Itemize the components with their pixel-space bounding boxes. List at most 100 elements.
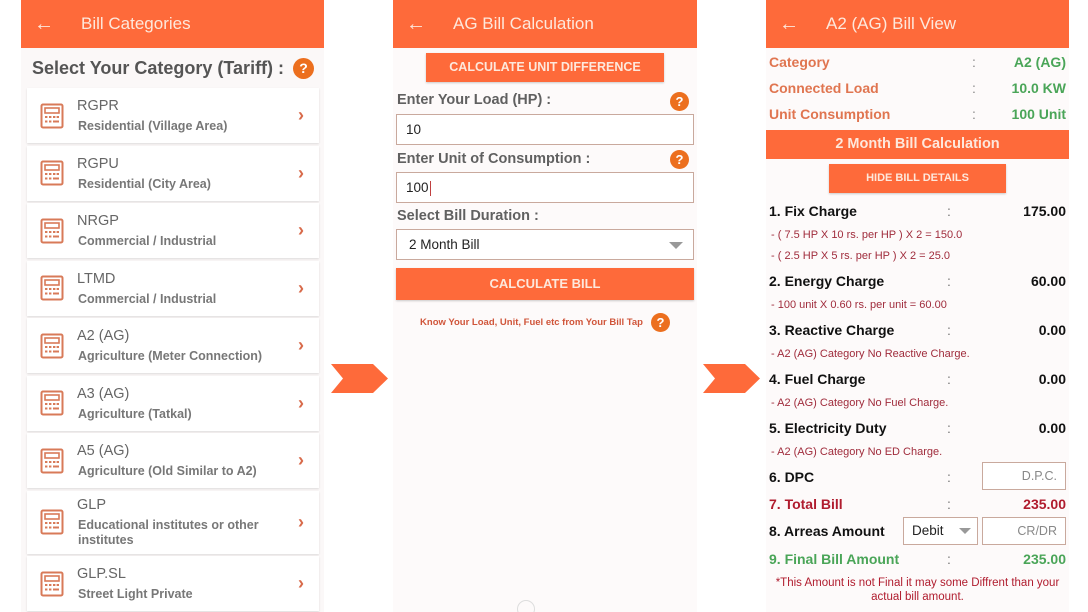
arrears-amount-input[interactable]: CR/DR <box>982 517 1066 545</box>
chevron-right-icon: › <box>298 573 304 593</box>
chevron-right-icon: › <box>298 162 304 183</box>
category-item[interactable]: GLP.SL Street Light Private › <box>27 556 319 611</box>
calculator-icon <box>27 390 77 416</box>
know-your-bill-link[interactable]: Know Your Load, Unit, Fuel etc from Your… <box>420 317 643 328</box>
app-bar: ← A2 (AG) Bill View <box>766 0 1069 48</box>
chevron-right-icon: › <box>298 392 304 413</box>
category-text: GLP Educational institutes or other insti… <box>77 497 283 548</box>
charge-label: 8. Arreas Amount <box>769 523 885 539</box>
category-item[interactable]: A3 (AG) Agriculture (Tatkal) › <box>27 375 319 431</box>
charge-value: 235.00 <box>1023 551 1066 567</box>
category-description: Residential (Village Area) <box>78 119 228 133</box>
charge-label: 5. Electricity Duty <box>769 420 887 436</box>
category-heading: Select Your Category (Tariff) : ? <box>21 48 324 88</box>
category-text: A2 (AG) Agriculture (Meter Connection) <box>77 328 283 363</box>
category-text: RGPR Residential (Village Area) <box>77 98 283 133</box>
category-description: Residential (City Area) <box>78 176 211 191</box>
hide-bill-details-button[interactable]: HIDE BILL DETAILS <box>829 164 1006 193</box>
calculator-icon <box>27 509 77 535</box>
category-description: Agriculture (Old Similar to A2) <box>78 464 257 478</box>
charge-value: 60.00 <box>1030 273 1066 289</box>
category-item[interactable]: RGPU Residential (City Area) › <box>27 145 319 201</box>
calculator-icon <box>27 218 77 244</box>
category-item[interactable]: LTMD Commercial / Industrial › <box>27 260 319 316</box>
screen-title: AG Bill Calculation <box>453 14 594 33</box>
disclaimer-text: *This Amount is not Final it may some Di… <box>775 577 1060 603</box>
category-text: A3 (AG) Agriculture (Tatkal) <box>77 386 283 421</box>
electricity-duty-note: - A2 (AG) Category No ED Charge. <box>771 446 943 458</box>
heading-text: Select Your Category (Tariff) : <box>32 57 285 78</box>
help-icon[interactable]: ? <box>293 57 314 79</box>
colon: : <box>947 273 951 289</box>
bill-categories-screen: ← Bill Categories Select Your Category (… <box>21 0 324 612</box>
fix-charge-note: - ( 2.5 HP X 5 rs. per HP ) X 2 = 25.0 <box>771 250 951 262</box>
category-code: LTMD <box>77 270 116 287</box>
info-row-category: Category : A2 (AG) <box>769 54 1066 78</box>
info-value: 10.0 KW <box>1011 80 1066 96</box>
fuel-charge-note: - A2 (AG) Category No Fuel Charge. <box>771 397 949 409</box>
info-row-unit-consumption: Unit Consumption : 100 Unit <box>769 106 1066 130</box>
category-text: RGPU Residential (City Area) <box>77 156 283 191</box>
category-item[interactable]: RGPR Residential (Village Area) › <box>27 88 319 143</box>
chevron-right-icon: › <box>298 450 304 470</box>
load-input[interactable]: 10 <box>396 114 694 145</box>
unit-help-icon[interactable]: ? <box>670 150 689 169</box>
help-icon[interactable]: ? <box>650 313 670 332</box>
category-list: RGPR Residential (Village Area) › RGPU Resid… <box>21 88 324 611</box>
load-help-icon[interactable]: ? <box>670 92 689 111</box>
colon: : <box>972 106 976 122</box>
bill-duration-select[interactable]: 2 Month Bill <box>396 229 694 260</box>
category-description: Commercial / Industrial <box>78 291 217 306</box>
colon: : <box>947 420 951 436</box>
info-label: Connected Load <box>769 80 879 96</box>
calculator-icon <box>27 275 77 301</box>
calculate-unit-difference-button[interactable]: CALCULATE UNIT DIFFERENCE <box>426 53 664 82</box>
category-item[interactable]: GLP Educational institutes or other insti… <box>27 490 319 554</box>
flow-arrow-icon <box>331 364 388 393</box>
chevron-right-icon: › <box>298 511 304 532</box>
colon: : <box>947 496 951 512</box>
chevron-right-icon: › <box>298 335 304 355</box>
unit-value: 100 <box>406 180 429 195</box>
charge-value: 235.00 <box>1023 496 1066 512</box>
category-description: Agriculture (Meter Connection) <box>78 349 263 363</box>
back-arrow-icon[interactable]: ← <box>393 13 439 36</box>
charge-label: 9. Final Bill Amount <box>769 551 900 567</box>
charge-value: 0.00 <box>1038 322 1066 338</box>
category-code: A5 (AG) <box>77 443 130 459</box>
dropdown-arrow-icon <box>959 528 971 534</box>
category-description: Agriculture (Tatkal) <box>78 406 192 421</box>
calculator-icon <box>27 103 77 129</box>
category-description: Street Light Private <box>78 587 193 601</box>
category-item[interactable]: A2 (AG) Agriculture (Meter Connection) › <box>27 318 319 373</box>
back-arrow-icon[interactable]: ← <box>21 13 67 36</box>
unit-input[interactable]: 100 <box>396 172 694 203</box>
chevron-right-icon: › <box>298 105 304 125</box>
app-bar: ← Bill Categories <box>21 0 324 48</box>
arrears-type-select[interactable]: Debit <box>903 517 978 545</box>
category-item[interactable]: A5 (AG) Agriculture (Old Similar to A2) › <box>27 433 319 488</box>
info-value: A2 (AG) <box>1013 54 1066 70</box>
colon: : <box>947 322 951 338</box>
charge-label: 2. Energy Charge <box>769 273 885 289</box>
back-arrow-icon[interactable]: ← <box>766 13 812 36</box>
ag-bill-calculation-screen: ← AG Bill Calculation CALCULATE UNIT DIF… <box>393 0 697 612</box>
category-code: RGPR <box>77 98 119 114</box>
calculate-bill-button[interactable]: CALCULATE BILL <box>396 268 694 300</box>
fix-charge-row: 1. Fix Charge : 175.00 <box>769 203 1066 223</box>
calculator-icon <box>27 448 77 474</box>
category-code: GLP.SL <box>77 566 126 582</box>
charge-value: 175.00 <box>1023 203 1066 219</box>
category-code: NRGP <box>77 213 119 229</box>
chevron-right-icon: › <box>298 220 304 240</box>
category-text: LTMD Commercial / Industrial <box>77 271 283 306</box>
charge-label: 7. Total Bill <box>769 496 843 512</box>
category-description: Commercial / Industrial <box>78 234 217 248</box>
fix-charge-note: - ( 7.5 HP X 10 rs. per HP ) X 2 = 150.0 <box>771 229 963 241</box>
category-item[interactable]: NRGP Commercial / Industrial › <box>27 203 319 258</box>
load-label: Enter Your Load (HP) : <box>397 92 552 108</box>
charge-label: 4. Fuel Charge <box>769 371 866 387</box>
dpc-input[interactable]: D.P.C. <box>982 462 1066 490</box>
category-text: GLP.SL Street Light Private <box>77 566 283 601</box>
info-row-connected-load: Connected Load : 10.0 KW <box>769 80 1066 104</box>
